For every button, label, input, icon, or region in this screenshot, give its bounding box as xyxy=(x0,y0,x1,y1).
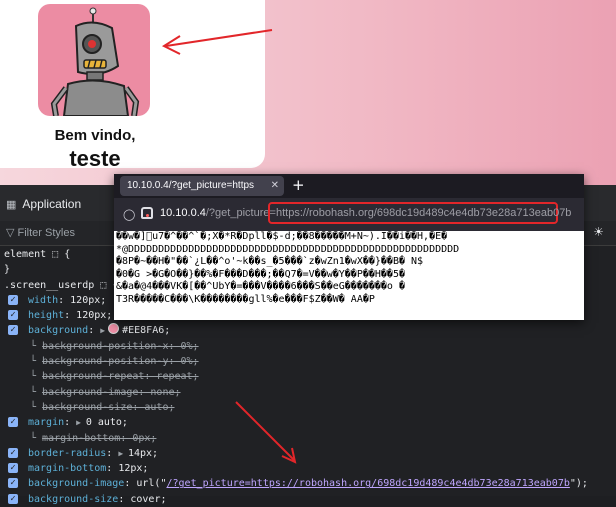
binary-text-line: T3R�����C���\K��������gll%�e���F$Z��W� A… xyxy=(116,293,375,305)
expand-triangle-icon[interactable]: ▶ xyxy=(118,449,128,458)
style-line: ✓ border-radius: ▶ 14px; xyxy=(0,446,616,461)
browser-tab[interactable]: 10.10.0.4/?get_picture=https ✕ xyxy=(120,176,284,196)
insecure-lock-icon[interactable] xyxy=(141,207,153,219)
binary-text-line: �8P�~��H�"��`¿L��^o'~k��s_�5���`z�wZn1�w… xyxy=(116,256,424,267)
colon: : xyxy=(64,310,77,322)
property-checkbox[interactable]: ✓ xyxy=(8,447,18,458)
overridden-property[interactable]: background-image: none; xyxy=(42,387,180,398)
property-checkbox[interactable]: ✓ xyxy=(8,310,18,321)
property-value[interactable]: #EE8FA6; xyxy=(122,325,170,336)
url-host: 10.10.0.4 xyxy=(160,207,206,219)
overridden-property[interactable]: margin-bottom: 0px; xyxy=(42,433,156,444)
username-text: teste xyxy=(69,146,121,171)
annotation-arrow-icon xyxy=(235,401,297,464)
url-text[interactable]: 10.10.0.4/?get_picture= xyxy=(160,207,276,219)
style-line: └ background-size: auto; xyxy=(0,400,616,415)
url-suffix: "); xyxy=(569,478,588,490)
property-value[interactable]: 120px; xyxy=(70,295,106,306)
new-tab-button[interactable]: + xyxy=(292,175,305,195)
expand-triangle-icon[interactable]: ▶ xyxy=(76,418,86,427)
binary-text-line: *@DDDDDDDDDDDDDDDDDDDDDDDDDDDDDDDDDDDDDD… xyxy=(116,243,460,255)
tree-branch: └ xyxy=(30,356,43,368)
browser-tab-bar: 10.10.0.4/?get_picture=https ✕ + xyxy=(114,174,584,198)
url-highlight-text: https://robohash.org/698dc19d489c4e4db73… xyxy=(276,207,572,219)
tab-application-label: Application xyxy=(22,197,82,211)
binary-text-line: &�a�@4���VK�[��^UbY�=���V����6���S��eG��… xyxy=(116,281,405,292)
property-name[interactable]: background-size xyxy=(28,494,118,505)
close-tab-icon[interactable]: ✕ xyxy=(271,176,279,196)
url-prefix: url(" xyxy=(136,478,167,490)
style-line: └ background-position-x: 0%; xyxy=(0,339,616,354)
property-value[interactable]: cover; xyxy=(130,494,166,505)
colon: : xyxy=(118,493,131,505)
background-image-link[interactable]: /?get_picture=https://robohash.org/698dc… xyxy=(166,478,569,489)
property-name[interactable]: background-image xyxy=(28,478,124,489)
color-swatch[interactable] xyxy=(108,323,120,335)
selector-text: } xyxy=(4,264,11,276)
style-line: └ background-position-y: 0%; xyxy=(0,354,616,369)
property-value[interactable]: 14px; xyxy=(128,448,158,459)
style-line: ✓ margin: ▶ 0 auto; xyxy=(0,415,616,430)
property-name[interactable]: width xyxy=(28,295,58,306)
browser-tab-title: 10.10.0.4/?get_picture=https xyxy=(127,180,255,191)
filter-styles-placeholder: Filter Styles xyxy=(17,227,75,239)
colon: : xyxy=(124,478,137,490)
property-name[interactable]: margin xyxy=(28,417,64,428)
property-name[interactable]: background xyxy=(28,325,88,336)
colon: : xyxy=(64,417,77,429)
app-page: Bem vindo, teste xyxy=(0,0,616,185)
filter-styles-input[interactable]: ▽ Filter Styles xyxy=(6,226,75,239)
tree-branch: └ xyxy=(30,386,43,398)
binary-text-line: �0�G >�G�O��}��%�F���D���;��Q7�=V��w�Y��… xyxy=(116,268,405,280)
tree-branch: └ xyxy=(30,432,43,444)
style-line: └ background-image: none; xyxy=(0,385,616,400)
property-checkbox[interactable]: ✓ xyxy=(8,325,18,336)
tree-branch: └ xyxy=(30,340,43,352)
property-checkbox[interactable]: ✓ xyxy=(8,493,18,504)
tree-branch: └ xyxy=(30,401,43,413)
colon: : xyxy=(106,447,119,459)
binary-text-line: ��w�] u7�^��^`�;X�*R�Dpll�$-d;��8�����M+… xyxy=(116,231,448,242)
overridden-property[interactable]: background-repeat: repeat; xyxy=(42,371,199,382)
tree-branch: └ xyxy=(30,371,43,383)
style-line: ✓ background: ▶ #EE8FA6; xyxy=(0,323,616,338)
colon: : xyxy=(88,325,101,337)
annotation-arrow-icon xyxy=(161,29,273,55)
style-line: └ margin-bottom: 0px; xyxy=(0,431,616,446)
tab-application[interactable]: ▦ Application xyxy=(6,197,81,211)
overridden-property[interactable]: background-size: auto; xyxy=(42,402,174,413)
theme-toggle-icon[interactable]: ☀ xyxy=(594,223,603,241)
url-path: /?get_picture= xyxy=(205,207,276,219)
selector-text: .screen__userdp ⬚ { xyxy=(4,279,119,291)
property-checkbox[interactable]: ✓ xyxy=(8,463,18,474)
selector-text: element ⬚ { xyxy=(4,249,71,260)
style-line: └ background-repeat: repeat; xyxy=(0,369,616,384)
style-line: ✓ margin-bottom: 12px; xyxy=(0,461,616,476)
style-line: ✓ background-image: url("/?get_picture=ht… xyxy=(0,476,616,491)
property-checkbox[interactable]: ✓ xyxy=(8,294,18,305)
overridden-property[interactable]: background-position-x: 0%; xyxy=(42,341,199,352)
address-bar[interactable]: ◯ 10.10.0.4/?get_picture= https://roboha… xyxy=(114,198,584,231)
colon: : xyxy=(58,294,71,306)
colon: : xyxy=(106,463,119,475)
url-highlight-box: https://robohash.org/698dc19d489c4e4db73… xyxy=(268,202,571,224)
property-name[interactable]: height xyxy=(28,310,64,321)
application-icon: ▦ xyxy=(6,199,17,211)
property-name[interactable]: margin-bottom xyxy=(28,463,106,474)
shield-icon[interactable]: ◯ xyxy=(123,208,135,221)
property-checkbox[interactable]: ✓ xyxy=(8,478,18,489)
property-value[interactable]: 12px; xyxy=(118,463,148,474)
binary-response-body: ��w�] u7�^��^`�;X�*R�Dpll�$-d;��8�����M+… xyxy=(114,231,584,320)
property-name[interactable]: border-radius xyxy=(28,448,106,459)
robot-avatar-image xyxy=(38,4,150,116)
property-value[interactable]: 0 auto; xyxy=(86,417,128,428)
popup-browser-window: 10.10.0.4/?get_picture=https ✕ + ◯ 10.10… xyxy=(114,174,584,320)
style-line: ✓ background-size: cover; xyxy=(0,492,616,507)
property-value[interactable]: 120px; xyxy=(76,310,112,321)
welcome-text: Bem vindo, xyxy=(54,127,136,144)
robot-icon xyxy=(50,7,140,116)
expand-triangle-icon[interactable]: ▶ xyxy=(100,326,105,335)
overridden-property[interactable]: background-position-y: 0%; xyxy=(42,356,199,367)
property-checkbox[interactable]: ✓ xyxy=(8,417,18,428)
